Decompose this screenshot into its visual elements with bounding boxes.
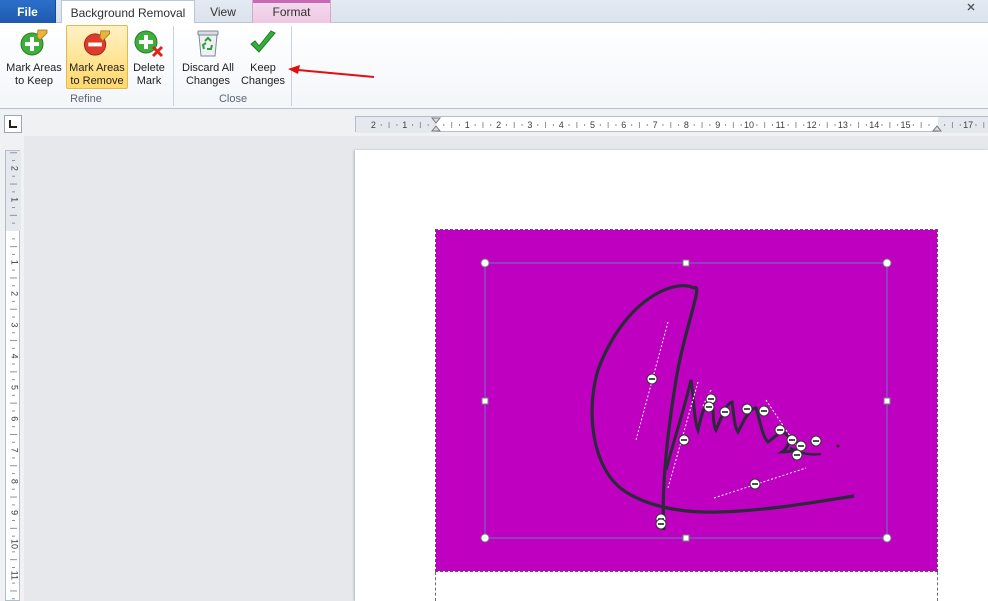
remove-marker[interactable]	[810, 435, 822, 447]
remove-marker[interactable]	[791, 449, 803, 461]
group-separator	[173, 26, 174, 106]
refine-group-label: Refine	[70, 93, 102, 105]
tab-selector-button[interactable]	[4, 115, 22, 133]
mark-keep-label-line2: to Keep	[15, 75, 53, 87]
ruler-label: 13	[838, 120, 848, 130]
remove-marker[interactable]	[646, 373, 658, 385]
ruler-label: 8	[684, 120, 689, 130]
ruler-label: 10	[744, 120, 754, 130]
discard-label-line2: Changes	[185, 75, 231, 87]
horizontal-ruler[interactable]: 2 1 1 2 3 4 5 6 7 8 9 10 11 12 13 14 15 17	[355, 116, 988, 133]
keep-changes-label-line1: Keep	[250, 62, 276, 74]
ribbon-tab-strip: File Background Removal View Format	[0, 0, 988, 24]
mark-areas-to-keep-button[interactable]: Mark Areas to Keep	[3, 25, 65, 89]
ruler-label: 10	[10, 539, 20, 549]
ruler-label: 9	[10, 510, 20, 515]
vertical-ruler[interactable]: 2 1 1 2 3 4 5 6 7 8 9 10 11	[5, 150, 21, 601]
tab-file[interactable]: File	[0, 0, 56, 23]
remove-marker[interactable]	[774, 424, 786, 436]
remove-marker[interactable]	[678, 434, 690, 446]
remove-marker[interactable]	[758, 405, 770, 417]
resize-handle	[480, 258, 490, 268]
resize-handle	[481, 397, 489, 405]
ruler-label: 11	[10, 571, 20, 580]
tab-view[interactable]: View	[196, 0, 250, 23]
ruler-label: 2	[10, 166, 20, 171]
green-checkmark-icon	[250, 30, 276, 53]
ruler-label: 15	[900, 120, 910, 130]
ruler-label: 3	[10, 322, 20, 327]
ruler-label: 17	[963, 120, 973, 130]
green-plus-pencil-icon	[20, 29, 48, 56]
ruler-label: 7	[653, 120, 658, 130]
delete-mark-button[interactable]: Delete Mark	[129, 25, 169, 89]
resize-handle	[883, 397, 891, 405]
delete-mark-label-line1: Delete	[133, 62, 165, 74]
window-control-icon[interactable]	[960, 2, 988, 14]
resize-handle	[682, 259, 690, 267]
resize-handle	[882, 258, 892, 268]
vertical-ruler-ticks: 211234567891011	[6, 151, 21, 600]
close-group-label: Close	[218, 93, 248, 105]
resize-handle	[682, 534, 690, 542]
ruler-label: 2	[496, 120, 501, 130]
ruler-label: 5	[10, 385, 20, 390]
keep-changes-label-line2: Changes	[240, 75, 286, 87]
annotation-arrow	[288, 65, 375, 78]
mark-remove-label-line2: to Remove	[70, 75, 124, 87]
signature-dot	[836, 444, 840, 448]
ruler-label: 7	[10, 448, 20, 453]
mark-areas-to-remove-button[interactable]: Mark Areas to Remove	[66, 25, 128, 89]
green-plus-red-x-icon	[134, 30, 164, 58]
tab-format[interactable]: Format	[252, 0, 331, 23]
horizontal-ruler-ticks: 2 1 1 2 3 4 5 6 7 8 9 10 11 12 13 14 15 17	[356, 117, 988, 133]
ruler-label: 1	[402, 120, 407, 130]
ruler-label: 9	[715, 120, 720, 130]
mark-remove-label-line1: Mark Areas	[69, 62, 125, 74]
ruler-label: 4	[10, 354, 20, 359]
ruler-label: 8	[10, 479, 20, 484]
ruler-label: 1	[10, 197, 20, 202]
remove-marker[interactable]	[741, 403, 753, 415]
remove-marker[interactable]	[749, 478, 761, 490]
red-minus-pencil-icon	[83, 30, 110, 56]
keep-changes-button[interactable]: Keep Changes	[239, 25, 287, 89]
recycle-bin-icon	[197, 30, 219, 57]
resize-handle	[882, 533, 892, 543]
ruler-label: 11	[776, 120, 785, 130]
tab-stop-icon	[9, 120, 17, 128]
ruler-label: 2	[10, 291, 20, 296]
resize-handle	[480, 533, 490, 543]
ruler-label: 5	[590, 120, 595, 130]
tab-background-removal[interactable]: Background Removal	[61, 0, 195, 24]
delete-mark-label-line2: Mark	[136, 75, 162, 87]
ruler-label: 12	[807, 120, 817, 130]
remove-marker[interactable]	[655, 518, 667, 530]
ruler-label: 3	[527, 120, 532, 130]
ruler-label: 1	[465, 120, 470, 130]
signature-picture[interactable]	[435, 229, 938, 572]
ruler-label: 6	[621, 120, 626, 130]
signature-picture-canvas	[436, 230, 937, 571]
ribbon: Mark Areas to Keep Mark Areas to Remove …	[0, 23, 988, 109]
ruler-label: 2	[371, 120, 376, 130]
remove-marker[interactable]	[786, 434, 798, 446]
ruler-label: 4	[559, 120, 564, 130]
ruler-label: 6	[10, 416, 20, 421]
discard-label-line1: Discard All	[182, 62, 234, 74]
discard-all-changes-button[interactable]: Discard All Changes	[178, 25, 238, 89]
mark-keep-label-line1: Mark Areas	[6, 62, 62, 74]
image-placeholder-frame	[435, 572, 938, 601]
remove-marker[interactable]	[719, 406, 731, 418]
remove-marker[interactable]	[703, 401, 715, 413]
remove-marker[interactable]	[795, 440, 807, 452]
ruler-label: 14	[869, 120, 879, 130]
ruler-label: 1	[10, 260, 20, 265]
